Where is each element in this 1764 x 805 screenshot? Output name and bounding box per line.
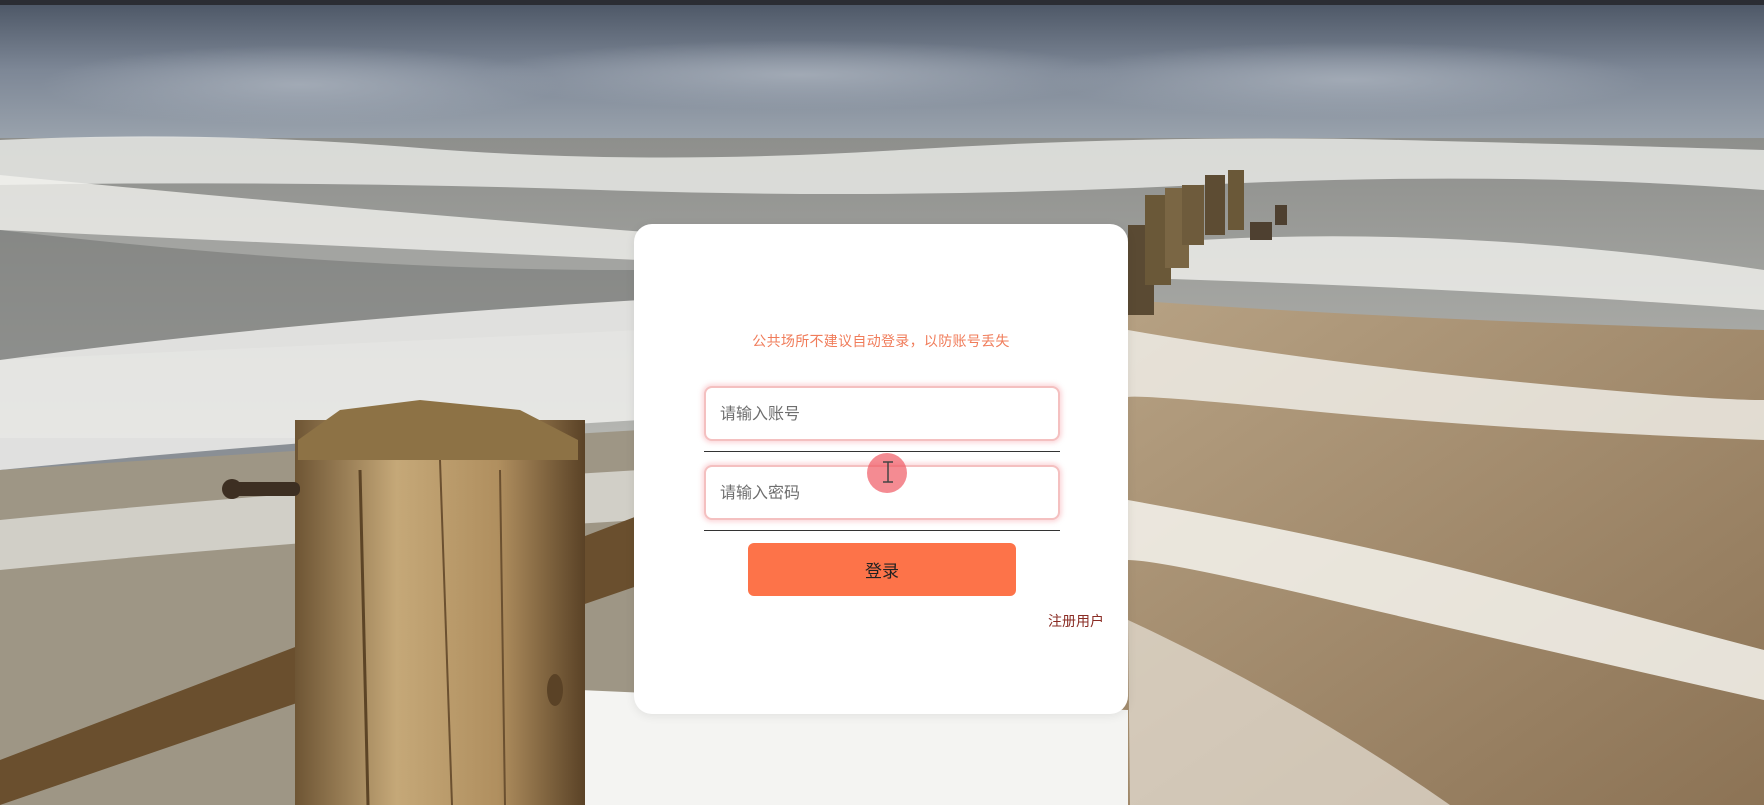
account-input[interactable] bbox=[704, 386, 1060, 441]
window-top-bar bbox=[0, 0, 1764, 5]
login-button[interactable]: 登录 bbox=[748, 543, 1016, 596]
password-divider bbox=[704, 530, 1060, 531]
text-cursor-icon bbox=[883, 461, 893, 483]
register-link[interactable]: 注册用户 bbox=[1048, 611, 1104, 631]
account-field-wrapper bbox=[704, 386, 1060, 452]
login-notice: 公共场所不建议自动登录，以防账号丢失 bbox=[752, 334, 1010, 350]
account-divider bbox=[704, 451, 1060, 452]
login-page: 公共场所不建议自动登录，以防账号丢失 登录 注册用户 bbox=[0, 0, 1764, 805]
